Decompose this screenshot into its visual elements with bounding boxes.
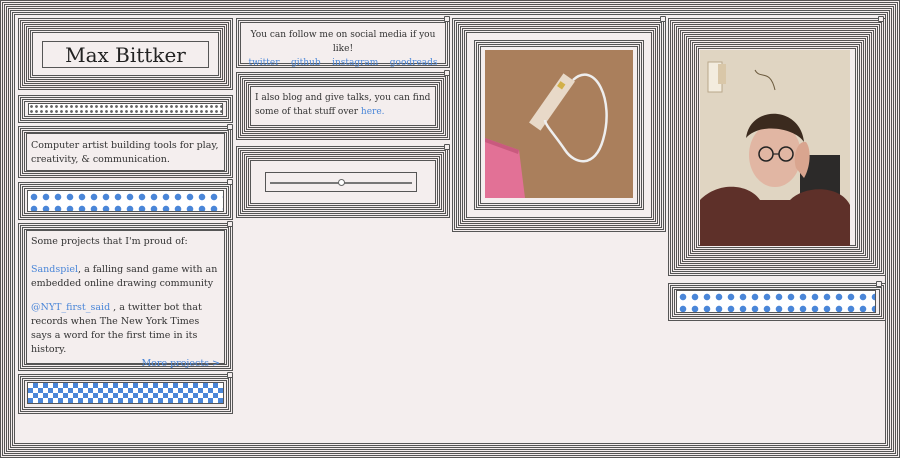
name-box: Max Bittker (42, 41, 209, 68)
goodreads-link[interactable]: goodreads (390, 58, 438, 68)
blog-text: I also blog and give talks, you can find… (255, 91, 431, 119)
blog-body: I also blog and give talks, you can find… (255, 93, 431, 117)
tagline: Computer artist building tools for play,… (31, 140, 219, 165)
twitter-link[interactable]: twitter (248, 58, 279, 68)
tagline-box: Computer artist building tools for play,… (26, 133, 225, 171)
photo-card-1-corner (660, 16, 666, 22)
social-corner (444, 16, 450, 22)
blue-pattern-3 (676, 290, 876, 313)
photo-drawing (485, 50, 633, 198)
github-link[interactable]: github (291, 58, 321, 68)
social-links: twitter github instagram goodreads (245, 56, 441, 70)
projects-corner (227, 221, 233, 227)
blog-corner (444, 70, 450, 76)
social-box: You can follow me on social media if you… (242, 24, 444, 68)
social-intro: You can follow me on social media if you… (250, 30, 436, 54)
nyt-link[interactable]: @NYT_first_said (31, 302, 110, 313)
slider-thumb[interactable] (337, 179, 345, 186)
blog-link[interactable]: here. (361, 107, 385, 117)
tagline-corner (227, 124, 233, 130)
blue-pattern-corner-3 (876, 281, 882, 287)
blue-pattern-2 (27, 382, 224, 404)
portrait-photo (700, 50, 850, 246)
project-item-nyt: @NYT_first_said , a twitter bot that rec… (31, 301, 220, 357)
portrait-drawing (700, 50, 850, 246)
projects-box: Some projects that I'm proud of: Sandspi… (26, 230, 225, 369)
portrait-corner (878, 16, 884, 22)
instagram-link[interactable]: instagram (332, 58, 378, 68)
projects-intro: Some projects that I'm proud of: (31, 236, 188, 247)
slider-corner (444, 144, 450, 150)
blog-box: I also blog and give talks, you can find… (250, 86, 436, 126)
sandspiel-link[interactable]: Sandspiel (31, 264, 78, 275)
blue-pattern-1 (27, 190, 224, 212)
more-projects-link[interactable]: More projects > (141, 358, 220, 369)
blue-pattern-corner-1 (227, 179, 233, 185)
gray-pattern (28, 103, 223, 115)
page-title: Max Bittker (65, 43, 186, 67)
project-item-sandspiel: Sandspiel, a falling sand game with an e… (31, 263, 220, 291)
cable-on-cardboard-photo (485, 50, 633, 198)
blue-pattern-corner-2 (227, 372, 233, 378)
